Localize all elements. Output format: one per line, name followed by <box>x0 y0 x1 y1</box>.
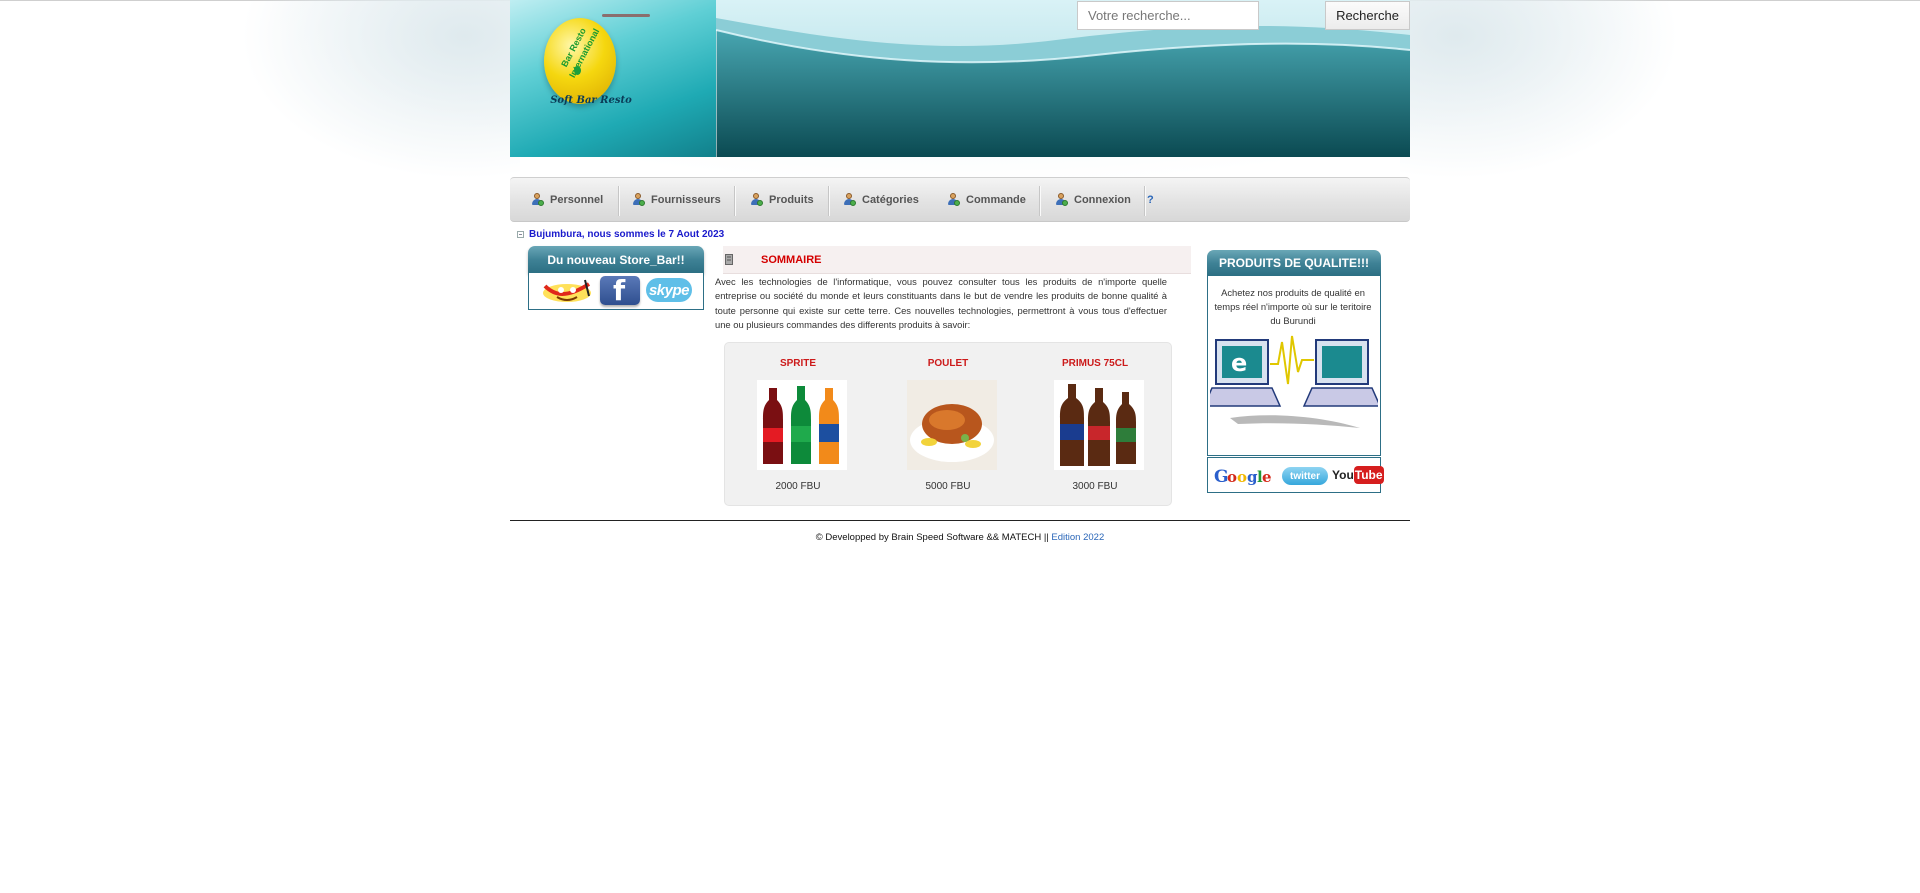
google-logo[interactable]: G o o g l e <box>1212 462 1278 488</box>
nav-separator <box>618 186 619 216</box>
svg-text:o: o <box>1237 468 1247 486</box>
nav-label: Personnel <box>550 193 604 206</box>
svg-text:e: e <box>1262 468 1272 486</box>
yahoo-icon[interactable] <box>541 278 593 304</box>
product-name: POULET <box>927 358 969 369</box>
nav-item-connexion[interactable]: Connexion <box>1055 178 1131 221</box>
nav-label: Fournisseurs <box>651 193 721 206</box>
banner-divider <box>716 30 717 157</box>
youtube-you: You <box>1332 468 1354 482</box>
nav-help-link[interactable]: ? <box>1147 178 1154 221</box>
twitter-logo[interactable]: twitter <box>1282 467 1328 485</box>
footer-text: © Developped by Brain Speed Software && … <box>815 532 1052 543</box>
user-group-icon <box>1055 193 1068 206</box>
banner-wave <box>716 0 1410 157</box>
youtube-tube: Tube <box>1353 466 1384 484</box>
skype-icon[interactable]: skype <box>646 278 692 302</box>
product-name: SPRITE <box>779 358 817 369</box>
search-input[interactable] <box>1077 1 1259 30</box>
nav-separator <box>828 186 829 216</box>
nav-separator <box>1144 186 1145 216</box>
right-box-body: Achetez nos produits de qualité en temps… <box>1207 276 1381 456</box>
youtube-logo[interactable]: You Tube <box>1332 461 1384 489</box>
nav-item-produits[interactable]: Produits <box>750 178 814 221</box>
svg-text:o: o <box>1227 468 1237 486</box>
user-group-icon <box>531 193 544 206</box>
user-group-icon <box>947 193 960 206</box>
product-price: 2000 FBU <box>775 481 821 492</box>
date-text: Bujumbura, nous sommes le 7 Aout 2023 <box>529 228 725 240</box>
left-box-title: Du nouveau Store_Bar!! <box>528 246 704 273</box>
product-grid: SPRITE 2000 FBU POULET 5000 FBU PRIMUS 7… <box>724 342 1172 506</box>
nav-separator <box>734 186 735 216</box>
nav-item-fournisseurs[interactable]: Fournisseurs <box>632 178 721 221</box>
nav-label: Catégories <box>862 193 919 206</box>
right-box-title: PRODUITS DE QUALITE!!! <box>1207 250 1381 276</box>
logo-caption: Soft Bar Resto <box>550 95 632 106</box>
beer-bottles-image[interactable] <box>1054 380 1144 470</box>
twitter-label: twitter <box>1290 470 1320 482</box>
computers-network-illustration: e <box>1210 335 1378 428</box>
product-price: 5000 FBU <box>925 481 971 492</box>
product-card[interactable]: SPRITE 2000 FBU <box>725 343 871 505</box>
facebook-icon[interactable]: f <box>600 274 640 307</box>
nav-label: Produits <box>769 193 814 206</box>
header-banner: Bar Resto International Soft Bar Resto <box>510 0 1410 157</box>
nav-separator <box>1039 186 1040 216</box>
background-glow-right <box>1400 0 1680 180</box>
logo-drop-icon <box>574 66 581 75</box>
logo-dash <box>602 14 650 17</box>
user-group-icon <box>632 193 645 206</box>
nav-label: Commande <box>966 193 1026 206</box>
left-box-body: f skype <box>528 273 704 310</box>
skype-glyph: skype <box>648 281 690 299</box>
document-icon <box>725 254 733 265</box>
footer-edition-link[interactable]: Edition 2022 <box>1051 532 1104 543</box>
sommaire-title: SOMMAIRE <box>761 254 822 266</box>
user-group-icon <box>843 193 856 206</box>
product-price: 3000 FBU <box>1072 481 1118 492</box>
left-promo-box: Du nouveau Store_Bar!! f skype <box>528 246 704 311</box>
logo-area: Bar Resto International Soft Bar Resto <box>510 0 716 157</box>
right-box-text: Achetez nos produits de qualité en temps… <box>1214 287 1372 326</box>
product-name: PRIMUS 75CL <box>1061 358 1129 369</box>
intro-text: Avec les technologies de l'informatique,… <box>715 276 1167 331</box>
sommaire-header: SOMMAIRE <box>723 246 1191 274</box>
background-glow-left <box>240 0 520 180</box>
nav-item-personnel[interactable]: Personnel <box>531 178 603 221</box>
date-line: Bujumbura, nous sommes le 7 Aout 2023 <box>517 227 724 241</box>
collapse-icon[interactable] <box>517 230 524 238</box>
roast-chicken-image[interactable] <box>907 380 997 470</box>
svg-text:e: e <box>1231 349 1247 377</box>
footer-divider <box>510 520 1410 521</box>
main-nav: Personnel Fournisseurs Produits Catégori… <box>510 177 1410 222</box>
search-button[interactable]: Recherche <box>1325 1 1410 30</box>
nav-label: Connexion <box>1074 193 1131 206</box>
soda-bottles-image[interactable] <box>757 380 847 470</box>
right-quality-box: PRODUITS DE QUALITE!!! Achetez nos produ… <box>1207 250 1381 456</box>
product-card[interactable]: POULET 5000 FBU <box>875 343 1021 505</box>
social-logos-row: G o o g l e twitter You Tube <box>1207 457 1384 493</box>
user-group-icon <box>750 193 763 206</box>
nav-item-categories[interactable]: Catégories <box>843 178 919 221</box>
nav-item-commande[interactable]: Commande <box>947 178 1026 221</box>
footer: © Developped by Brain Speed Software && … <box>510 532 1410 543</box>
product-card[interactable]: PRIMUS 75CL 3000 FBU <box>1022 343 1168 505</box>
facebook-glyph: f <box>613 274 626 307</box>
